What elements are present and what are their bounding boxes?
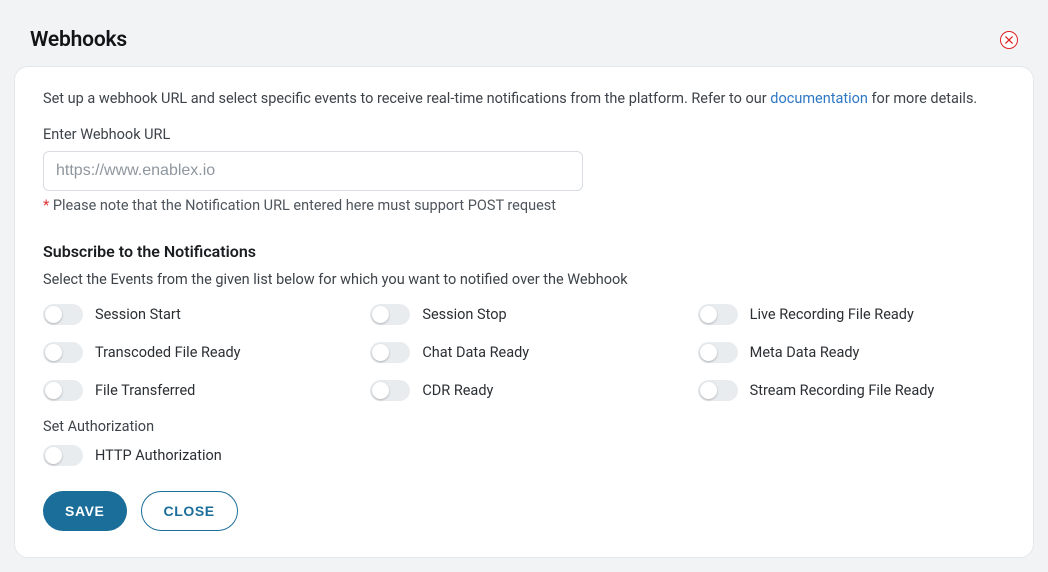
- toggle-transcoded-file-ready[interactable]: [43, 342, 83, 363]
- event-stream-recording-file-ready: Stream Recording File Ready: [698, 378, 1005, 402]
- description-suffix: for more details.: [868, 90, 977, 107]
- toggle-label: Stream Recording File Ready: [750, 382, 935, 399]
- close-icon[interactable]: [1000, 31, 1018, 49]
- toggle-http-authorization[interactable]: [43, 445, 83, 466]
- event-cdr-ready: CDR Ready: [370, 378, 677, 402]
- toggle-label: Transcoded File Ready: [95, 344, 241, 361]
- notifications-title: Subscribe to the Notifications: [43, 242, 1005, 261]
- toggle-cdr-ready[interactable]: [370, 380, 410, 401]
- toggle-stream-recording-file-ready[interactable]: [698, 380, 738, 401]
- event-live-recording-file-ready: Live Recording File Ready: [698, 302, 1005, 326]
- set-authorization-label: Set Authorization: [43, 418, 1005, 435]
- close-button[interactable]: Close: [141, 491, 238, 531]
- toggle-label: CDR Ready: [422, 382, 493, 399]
- description-text: Set up a webhook URL and select specific…: [43, 87, 1005, 110]
- auth-row: HTTP Authorization: [43, 443, 1005, 467]
- webhook-url-help: * Please note that the Notification URL …: [43, 197, 1005, 214]
- toggle-label: Session Stop: [422, 306, 506, 323]
- documentation-link[interactable]: documentation: [770, 90, 868, 107]
- event-chat-data-ready: Chat Data Ready: [370, 340, 677, 364]
- page-title: Webhooks: [30, 28, 127, 52]
- toggle-label: Meta Data Ready: [750, 344, 860, 361]
- event-meta-data-ready: Meta Data Ready: [698, 340, 1005, 364]
- event-transcoded-file-ready: Transcoded File Ready: [43, 340, 350, 364]
- save-button[interactable]: Save: [43, 491, 127, 531]
- toggle-label: HTTP Authorization: [95, 447, 222, 464]
- webhook-url-label: Enter Webhook URL: [43, 126, 1005, 143]
- required-asterisk: *: [43, 197, 53, 214]
- webhooks-card: Set up a webhook URL and select specific…: [14, 66, 1034, 558]
- toggle-meta-data-ready[interactable]: [698, 342, 738, 363]
- event-session-start: Session Start: [43, 302, 350, 326]
- toggle-live-recording-file-ready[interactable]: [698, 304, 738, 325]
- event-session-stop: Session Stop: [370, 302, 677, 326]
- events-grid: Session Start Session Stop Live Recordin…: [43, 302, 1005, 402]
- toggle-label: Session Start: [95, 306, 181, 323]
- event-file-transferred: File Transferred: [43, 378, 350, 402]
- toggle-label: Live Recording File Ready: [750, 306, 914, 323]
- toggle-chat-data-ready[interactable]: [370, 342, 410, 363]
- toggle-label: File Transferred: [95, 382, 195, 399]
- toggle-label: Chat Data Ready: [422, 344, 529, 361]
- toggle-session-start[interactable]: [43, 304, 83, 325]
- webhook-url-help-text: Please note that the Notification URL en…: [53, 197, 556, 214]
- toggle-file-transferred[interactable]: [43, 380, 83, 401]
- description-prefix: Set up a webhook URL and select specific…: [43, 90, 770, 107]
- toggle-session-stop[interactable]: [370, 304, 410, 325]
- notifications-desc: Select the Events from the given list be…: [43, 271, 1005, 288]
- webhook-url-input[interactable]: [43, 151, 583, 191]
